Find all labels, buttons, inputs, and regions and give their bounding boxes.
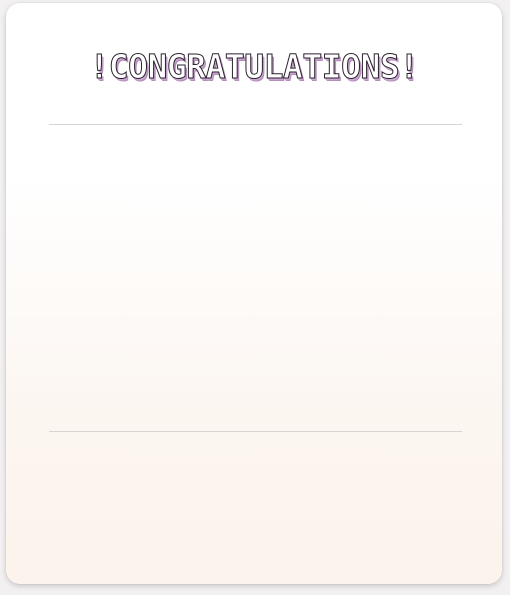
dialog-content-area (49, 125, 462, 431)
bottom-divider (49, 431, 462, 432)
congratulations-dialog: !CONGRATULATIONS! (6, 3, 502, 584)
dialog-title: !CONGRATULATIONS! (89, 47, 420, 87)
